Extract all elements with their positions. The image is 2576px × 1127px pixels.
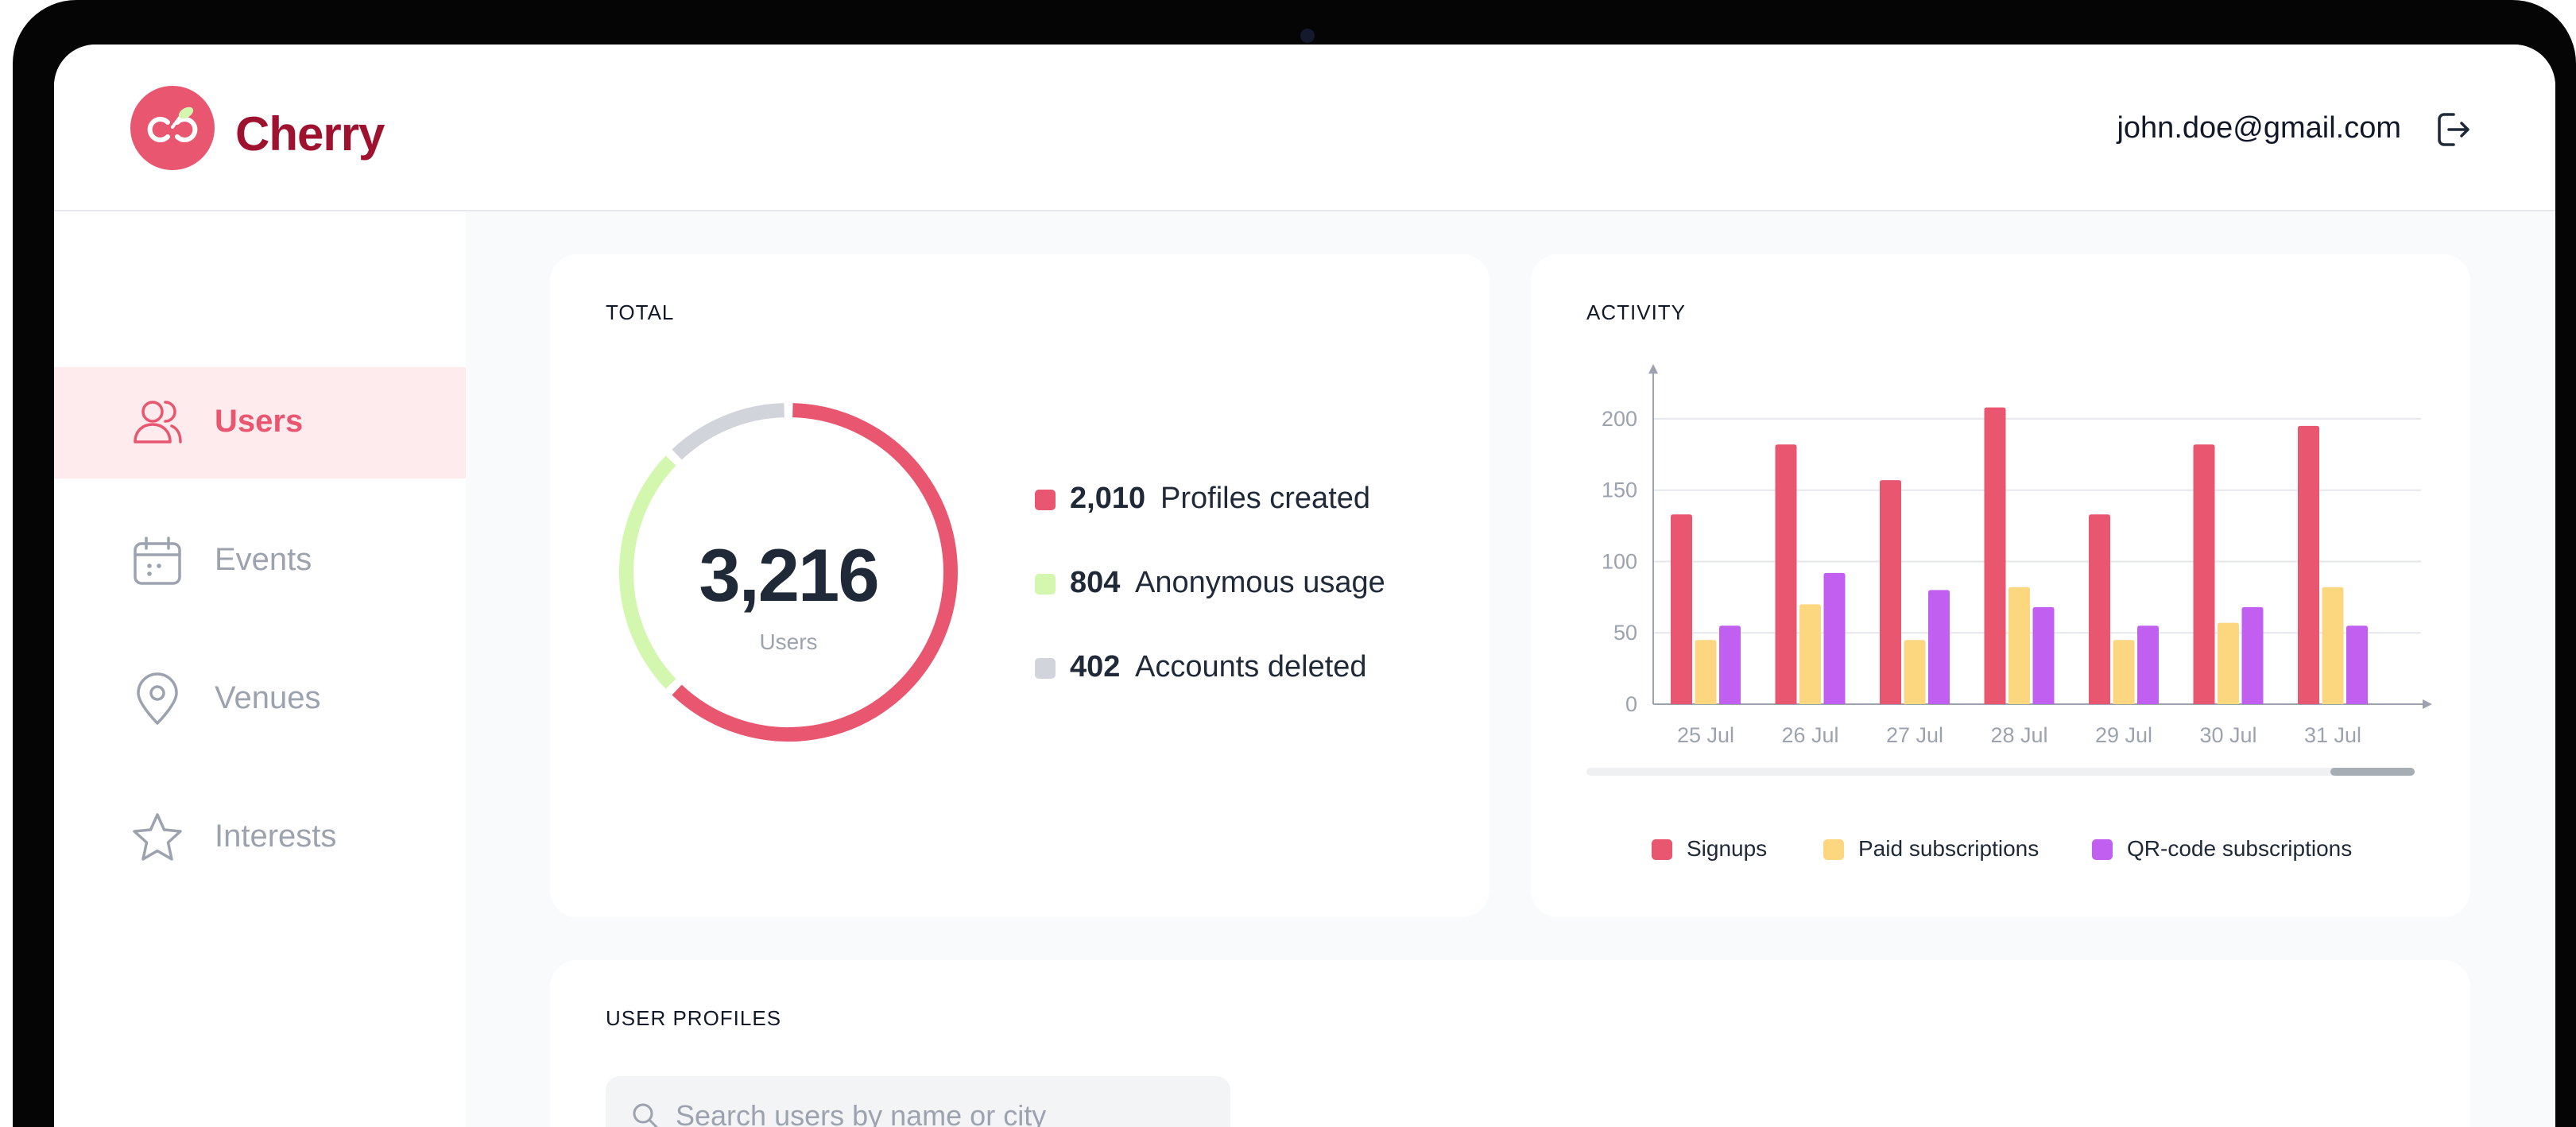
x-tick-label: 27 Jul	[1886, 723, 1943, 747]
y-tick-label: 150	[1602, 478, 1637, 502]
bar-signups-27-jul[interactable]	[1880, 480, 1901, 704]
top-header: Cherry john.doe@gmail.com	[54, 45, 2555, 211]
card-title: USER PROFILES	[606, 1006, 782, 1030]
bar-paid-subscriptions-29-jul[interactable]	[2113, 640, 2135, 704]
legend-value: 804	[1070, 566, 1121, 599]
bar-qr-code-subscriptions-25-jul[interactable]	[1719, 625, 1741, 704]
bar-qr-code-subscriptions-27-jul[interactable]	[1928, 590, 1950, 704]
activity-bar-chart: 0 50 100 150 200 25 Jul 26 Jul 27 Jul 28 Jul 29 J…	[1602, 364, 2432, 747]
bar-paid-subscriptions-30-jul[interactable]	[2218, 622, 2239, 704]
camera-dot	[1300, 29, 1315, 43]
legend-label: QR-code subscriptions	[2127, 836, 2353, 861]
user-email: john.doe@gmail.com	[2117, 111, 2401, 145]
y-tick-label: 50	[1613, 621, 1637, 645]
total-card: TOTAL 3,216 Users 2,010 Profiles created…	[550, 254, 1489, 917]
legend-label: Signups	[1687, 836, 1768, 861]
app-name[interactable]: Cherry	[235, 107, 385, 161]
legend-swatch	[1035, 490, 1056, 510]
legend-swatch	[1823, 839, 1844, 860]
bar-paid-subscriptions-28-jul[interactable]	[2009, 587, 2030, 704]
main-content: TOTAL 3,216 Users 2,010 Profiles created…	[466, 211, 2555, 1127]
x-tick-label: 25 Jul	[1677, 723, 1734, 747]
bar-signups-29-jul[interactable]	[2089, 514, 2110, 704]
search-input[interactable]	[674, 1087, 1218, 1127]
bar-signups-28-jul[interactable]	[1984, 407, 2006, 704]
sidebar-nav: Users Events Venues Interests	[54, 211, 466, 1127]
bar-qr-code-subscriptions-26-jul[interactable]	[1823, 572, 1846, 704]
y-tick-label: 100	[1602, 549, 1637, 573]
sidebar-item-users[interactable]: Users	[54, 367, 466, 478]
x-tick-label: 26 Jul	[1781, 723, 1838, 747]
bar-signups-26-jul[interactable]	[1775, 444, 1797, 704]
card-title: TOTAL	[606, 300, 675, 324]
bar-paid-subscriptions-26-jul[interactable]	[1799, 604, 1821, 704]
bar-paid-subscriptions-27-jul[interactable]	[1904, 640, 1926, 704]
legend-label: Accounts deleted	[1135, 650, 1367, 684]
bar-qr-code-subscriptions-30-jul[interactable]	[2241, 606, 2264, 704]
chart-scrollbar-thumb[interactable]	[2330, 768, 2415, 776]
search-icon	[631, 1102, 660, 1127]
bar-qr-code-subscriptions-28-jul[interactable]	[2032, 606, 2055, 704]
sidebar-item-interests[interactable]: Interests	[54, 782, 466, 893]
sidebar-item-label: Events	[215, 542, 312, 577]
legend-swatch	[2092, 839, 2113, 860]
chart-scrollbar-track[interactable]	[1586, 768, 2415, 776]
x-tick-label: 29 Jul	[2095, 723, 2152, 747]
sidebar-item-events[interactable]: Events	[54, 505, 466, 617]
bar-paid-subscriptions-25-jul[interactable]	[1695, 640, 1717, 704]
legend-value: 402	[1070, 650, 1121, 684]
bar-signups-25-jul[interactable]	[1671, 514, 1692, 704]
bar-qr-code-subscriptions-31-jul[interactable]	[2346, 625, 2368, 704]
legend-swatch	[1652, 839, 1672, 860]
legend-label: Paid subscriptions	[1858, 836, 2039, 861]
users-icon	[130, 396, 184, 450]
x-tick-label: 31 Jul	[2304, 723, 2361, 747]
x-tick-label: 30 Jul	[2199, 723, 2256, 747]
legend-swatch	[1035, 574, 1056, 594]
legend-label: Anonymous usage	[1135, 566, 1385, 599]
x-axis-arrow	[2423, 699, 2432, 709]
cherry-logo-icon[interactable]	[130, 86, 215, 170]
bar-qr-code-subscriptions-29-jul[interactable]	[2137, 625, 2159, 704]
total-users-value: 3,216	[699, 533, 879, 617]
map-pin-icon	[130, 672, 184, 726]
legend-swatch	[1035, 658, 1056, 679]
donut-segment-accounts-deleted	[672, 403, 785, 460]
sidebar-item-label: Interests	[215, 819, 337, 854]
x-tick-label: 28 Jul	[1990, 723, 2047, 747]
bar-signups-30-jul[interactable]	[2193, 444, 2215, 704]
bar-signups-31-jul[interactable]	[2298, 425, 2319, 704]
bar-paid-subscriptions-31-jul[interactable]	[2322, 587, 2344, 704]
y-tick-label: 200	[1602, 407, 1637, 431]
sidebar-item-label: Venues	[215, 680, 321, 715]
card-title: ACTIVITY	[1586, 300, 1687, 324]
calendar-icon	[130, 534, 184, 588]
legend-value: 2,010	[1070, 482, 1146, 515]
sidebar-item-label: Users	[215, 404, 304, 439]
sidebar-item-venues[interactable]: Venues	[54, 644, 466, 755]
star-icon	[130, 811, 184, 865]
app-screen: Cherry john.doe@gmail.com Users Events V…	[54, 45, 2555, 1127]
y-tick-label: 0	[1625, 692, 1637, 716]
total-users-label: Users	[759, 629, 818, 654]
activity-card: ACTIVITY 0 50 100 150 200 25 Jul 26 Jul 27 Jul 2…	[1531, 254, 2470, 917]
legend-label: Profiles created	[1160, 482, 1371, 515]
y-axis-arrow	[1648, 364, 1658, 374]
user-profiles-card: USER PROFILES	[550, 960, 2470, 1127]
search-box	[606, 1076, 1230, 1127]
logout-icon[interactable]	[2433, 108, 2476, 151]
